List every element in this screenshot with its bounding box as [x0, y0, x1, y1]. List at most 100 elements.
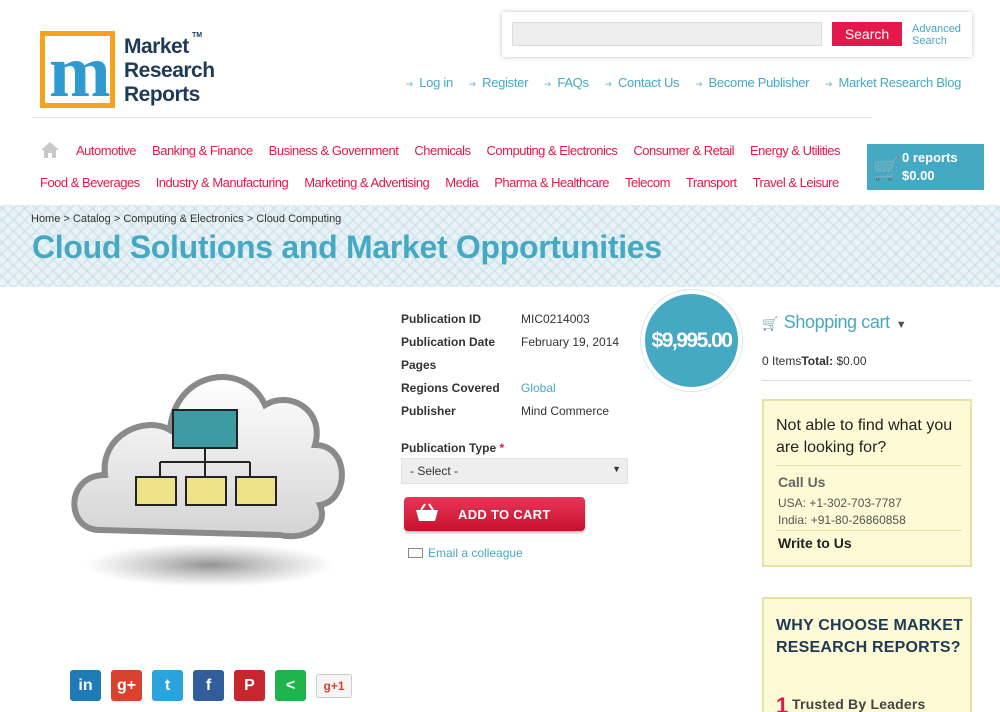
faqs-link[interactable]: ➔ FAQs	[544, 75, 589, 90]
detail-publication-date: Publication Date February 19, 2014	[401, 335, 619, 358]
cart-total-value: $0.00	[836, 354, 867, 368]
sidebar-divider	[762, 380, 972, 381]
logo-wordmark: Market Research Reports	[124, 35, 215, 107]
logo-line2: Research	[124, 59, 215, 82]
logo-mark: m	[40, 31, 115, 113]
why-choose-box: WHY CHOOSE MARKET RESEARCH REPORTS? 1 Tr…	[762, 597, 972, 712]
help-box: Not able to find what you are looking fo…	[762, 399, 972, 567]
publication-type-text: Publication Type	[401, 441, 497, 455]
google-plus-one-button[interactable]: g+1	[316, 674, 352, 698]
search-box: Search Advanced Search	[502, 12, 972, 57]
home-icon[interactable]	[40, 141, 60, 159]
phone-india: India: +91-80-26860858	[778, 513, 906, 527]
why-choose-title: WHY CHOOSE MARKET RESEARCH REPORTS?	[776, 617, 964, 656]
title-band: Home > Catalog > Computing & Electronics…	[0, 205, 1000, 287]
detail-label: Pages	[401, 358, 437, 372]
contact-us-link[interactable]: ➔ Contact Us	[605, 75, 680, 90]
detail-publication-id: Publication ID MIC0214003	[401, 312, 619, 335]
cart-icon: 🛒	[762, 316, 778, 331]
publication-type-select[interactable]: - Select - ▼	[401, 458, 628, 484]
publication-type-label: Publication Type *	[401, 441, 504, 455]
category-nav-row1: Automotive Banking & Finance Business & …	[76, 143, 856, 158]
category-travel-leisure[interactable]: Travel & Leisure	[753, 175, 840, 190]
arrow-icon: ➔	[695, 79, 703, 89]
detail-label: Regions Covered	[401, 381, 500, 395]
category-business-government[interactable]: Business & Government	[269, 143, 399, 158]
search-button[interactable]: Search	[832, 22, 902, 46]
product-details: Publication ID MIC0214003 Publication Da…	[401, 312, 619, 427]
category-industry-manufacturing[interactable]: Industry & Manufacturing	[156, 175, 289, 190]
shopping-cart-header[interactable]: 🛒 Shopping cart ▼	[762, 312, 907, 333]
category-chemicals[interactable]: Chemicals	[414, 143, 471, 158]
twitter-icon[interactable]: t	[152, 670, 183, 701]
register-link[interactable]: ➔ Register	[468, 75, 529, 90]
detail-label: Publication ID	[401, 312, 482, 326]
logo-line3: Reports	[124, 83, 200, 106]
facebook-icon[interactable]: f	[193, 670, 224, 701]
logo-m-glyph: m	[49, 31, 111, 113]
category-pharma-healthcare[interactable]: Pharma & Healthcare	[494, 175, 609, 190]
detail-value: Mind Commerce	[521, 404, 610, 418]
arrow-icon: ➔	[406, 79, 414, 89]
arrow-icon: ➔	[544, 79, 552, 89]
blog-label: Market Research Blog	[838, 75, 962, 90]
header-cart-summary[interactable]: 🛒 0 reports $0.00	[867, 144, 984, 190]
select-value: - Select -	[410, 464, 459, 478]
help-divider	[776, 530, 962, 531]
cart-total-label: Total:	[801, 354, 834, 368]
detail-regions-covered: Regions Covered Global	[401, 381, 619, 404]
category-consumer-retail[interactable]: Consumer & Retail	[633, 143, 734, 158]
become-publisher-link[interactable]: ➔ Become Publisher	[695, 75, 809, 90]
site-logo[interactable]: m Market Research Reports TM	[40, 30, 215, 113]
page-title: Cloud Solutions and Market Opportunities	[32, 229, 662, 265]
why-item-label: Trusted By Leaders	[792, 696, 926, 712]
required-marker: *	[499, 441, 505, 455]
envelope-icon	[408, 548, 423, 558]
call-us-heading: Call Us	[778, 474, 826, 490]
cart-icon: 🛒	[873, 156, 901, 181]
help-divider	[776, 465, 962, 466]
category-media[interactable]: Media	[445, 175, 478, 190]
chevron-down-icon: ▼	[895, 319, 907, 331]
category-transport[interactable]: Transport	[686, 175, 737, 190]
detail-publisher: Publisher Mind Commerce	[401, 404, 619, 427]
basket-icon	[416, 503, 438, 521]
header-divider	[32, 117, 872, 118]
category-automotive[interactable]: Automotive	[76, 143, 137, 158]
search-input[interactable]	[512, 22, 822, 46]
google-plus-icon[interactable]: g+	[111, 670, 142, 701]
social-share-bar: in g+ t f P < g+1	[70, 670, 352, 701]
write-to-us-link[interactable]: Write to Us	[778, 535, 852, 551]
email-colleague-link[interactable]: Email a colleague	[408, 546, 523, 560]
category-food-beverages[interactable]: Food & Beverages	[40, 175, 140, 190]
category-computing-electronics[interactable]: Computing & Electronics	[487, 143, 618, 158]
cart-report-count: 0 reports	[902, 150, 958, 165]
cart-item-count: 0 Items	[762, 354, 802, 368]
category-energy-utilities[interactable]: Energy & Utilities	[750, 143, 840, 158]
become-publisher-label: Become Publisher	[708, 75, 810, 90]
linkedin-icon[interactable]: in	[70, 670, 101, 701]
detail-value-link[interactable]: Global	[521, 381, 556, 404]
category-banking-finance[interactable]: Banking & Finance	[152, 143, 253, 158]
category-nav-row2: Food & Beverages Industry & Manufacturin…	[40, 175, 855, 190]
advanced-search-link[interactable]: Advanced Search	[912, 23, 972, 47]
login-label: Log in	[419, 75, 453, 90]
top-links: ➔ Log in ➔ Register ➔ FAQs ➔ Contact Us ➔ Bec…	[406, 75, 977, 90]
contact-us-label: Contact Us	[617, 75, 680, 90]
shopping-cart-title: Shopping cart	[783, 312, 890, 332]
login-link[interactable]: ➔ Log in	[406, 75, 453, 90]
share-icon[interactable]: <	[275, 670, 306, 701]
price-badge: $9,995.00	[641, 290, 742, 391]
breadcrumb[interactable]: Home > Catalog > Computing & Electronics…	[31, 213, 341, 225]
arrow-icon: ➔	[468, 79, 477, 89]
category-telecom[interactable]: Telecom	[625, 175, 670, 190]
why-item-number: 1	[776, 693, 789, 712]
detail-label: Publisher	[401, 404, 456, 418]
blog-link[interactable]: ➔ Market Research Blog	[825, 75, 961, 90]
add-to-cart-button[interactable]: ADD TO CART	[404, 497, 585, 531]
arrow-icon: ➔	[604, 79, 613, 89]
logo-trademark: TM	[192, 32, 203, 39]
pinterest-icon[interactable]: P	[234, 670, 265, 701]
category-marketing-advertising[interactable]: Marketing & Advertising	[304, 175, 430, 190]
product-cloud-image	[71, 374, 345, 587]
